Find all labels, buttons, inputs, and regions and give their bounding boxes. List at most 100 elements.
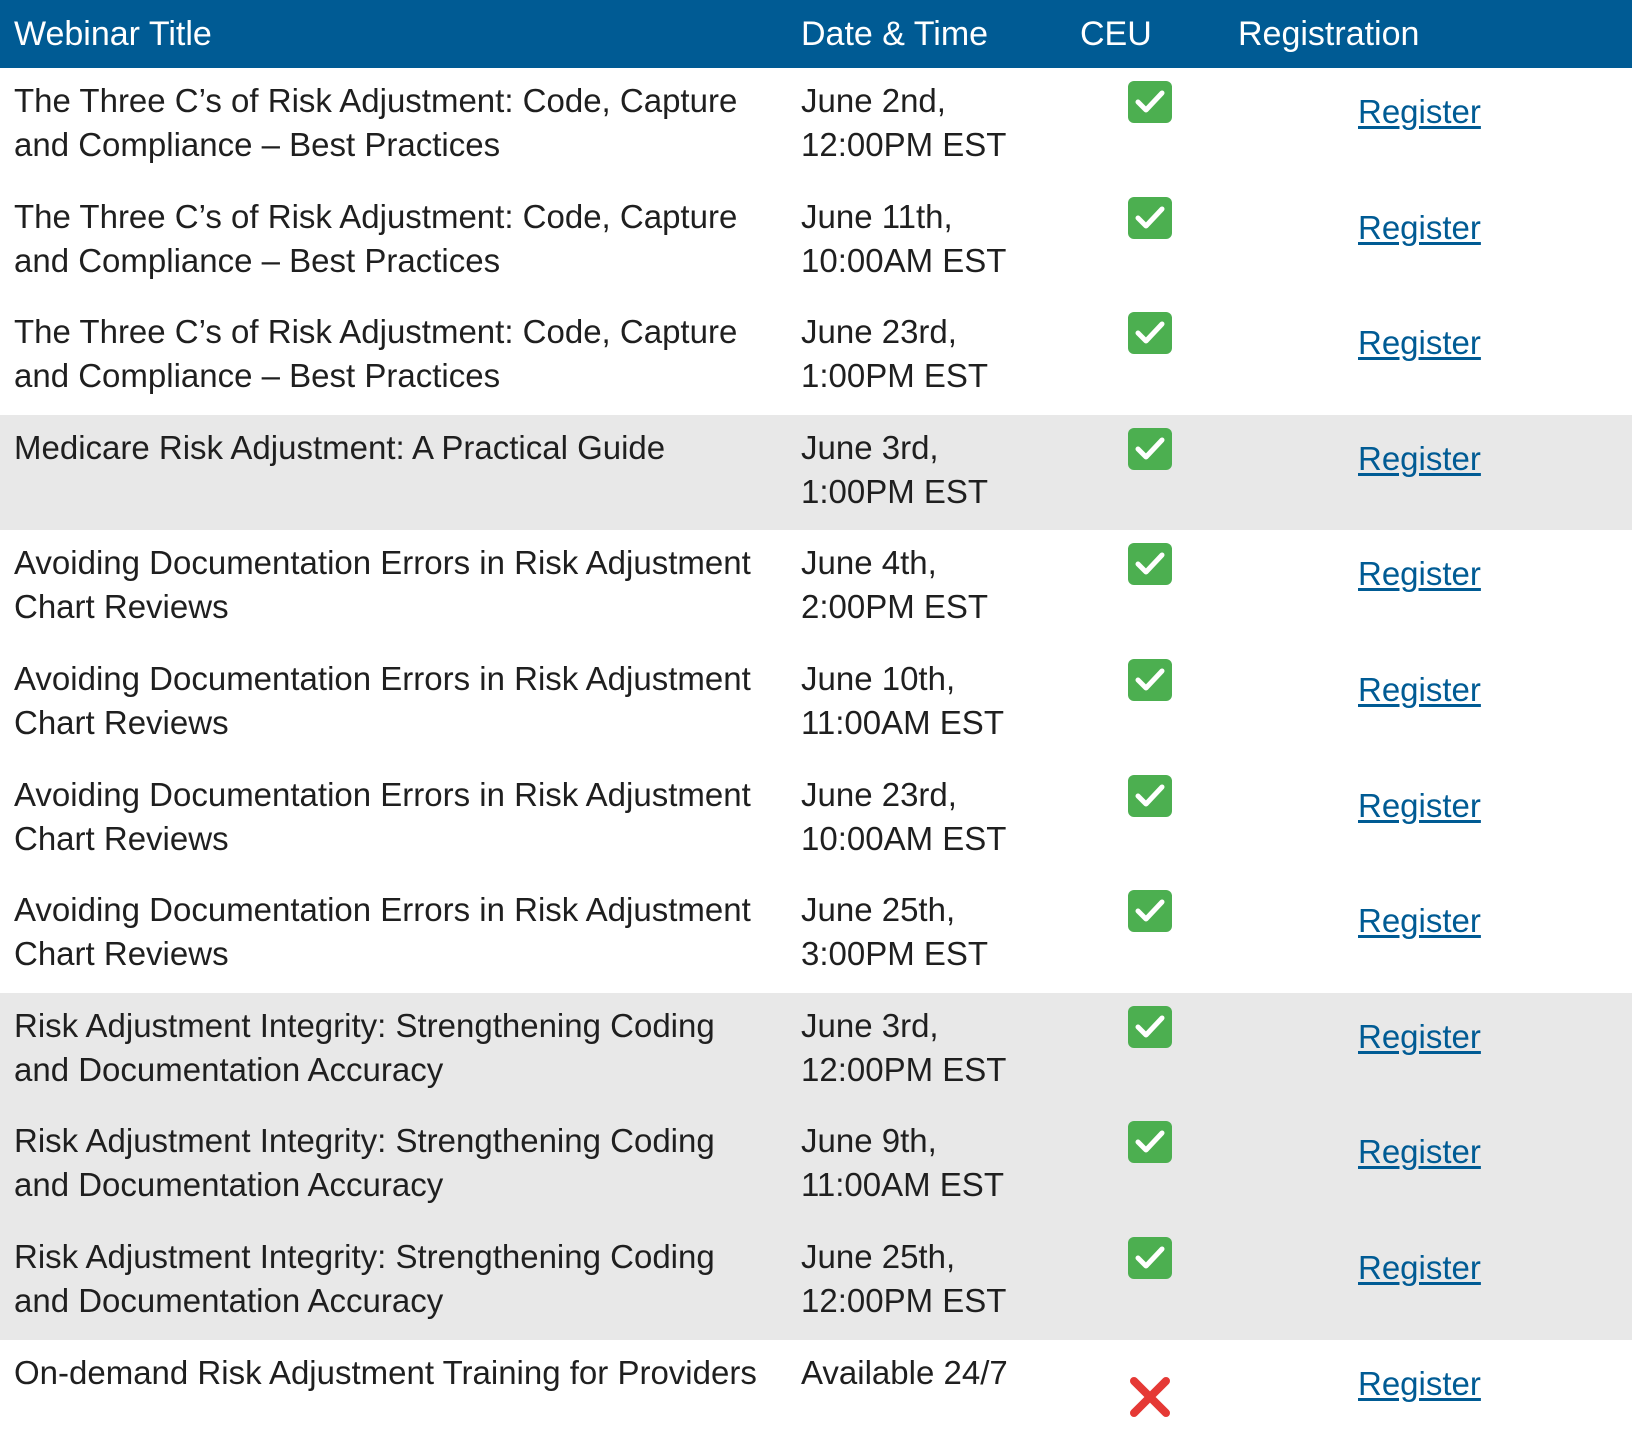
date-line: Available 24/7	[801, 1353, 1008, 1391]
ceu-cell	[1080, 1351, 1230, 1455]
register-link[interactable]: Register	[1358, 437, 1481, 481]
date-line: June 25th,	[801, 1237, 956, 1275]
time-line: 10:00AM EST	[801, 241, 1007, 279]
time-line: 3:00PM EST	[801, 935, 989, 973]
date-line: June 25th,	[801, 891, 956, 929]
check-icon	[1128, 81, 1172, 123]
register-link[interactable]: Register	[1358, 1130, 1481, 1174]
header-webinar-title: Webinar Title	[14, 14, 212, 53]
webinar-title: On-demand Risk Adjustment Training for P…	[14, 1353, 757, 1391]
register-link[interactable]: Register	[1358, 1015, 1481, 1059]
webinar-title: Risk Adjustment Integrity: Strengthening…	[14, 1006, 715, 1088]
time-line: 11:00AM EST	[801, 703, 1004, 741]
ceu-cell	[1080, 541, 1230, 646]
ceu-cell	[1080, 426, 1230, 531]
webinar-title: Avoiding Documentation Errors in Risk Ad…	[14, 544, 751, 626]
table-row: The Three C’s of Risk Adjustment: Code, …	[0, 68, 1632, 184]
check-icon	[1128, 543, 1172, 586]
table-row: The Three C’s of Risk Adjustment: Code, …	[0, 184, 1632, 300]
check-icon	[1128, 890, 1172, 933]
webinar-title: Avoiding Documentation Errors in Risk Ad…	[14, 775, 751, 857]
register-link[interactable]: Register	[1358, 552, 1481, 596]
header-ceu: CEU	[1080, 14, 1152, 53]
webinar-title: The Three C’s of Risk Adjustment: Code, …	[14, 313, 738, 395]
registration-cell: Register	[1230, 1351, 1632, 1455]
registration-cell: Register	[1230, 426, 1632, 531]
time-line: 1:00PM EST	[801, 472, 989, 510]
registration-cell: Register	[1230, 195, 1632, 300]
date-line: June 9th,	[801, 1122, 937, 1160]
ceu-cell	[1080, 310, 1230, 415]
date-line: June 23rd,	[801, 313, 957, 351]
ceu-cell	[1080, 1119, 1230, 1224]
date-line: June 4th,	[801, 544, 937, 582]
table-row: Avoiding Documentation Errors in Risk Ad…	[0, 530, 1632, 646]
check-icon	[1128, 1005, 1172, 1048]
date-line: June 10th,	[801, 659, 956, 697]
registration-cell: Register	[1230, 310, 1632, 415]
webinar-title: Avoiding Documentation Errors in Risk Ad…	[14, 891, 751, 973]
register-link[interactable]: Register	[1358, 206, 1481, 250]
check-icon	[1128, 196, 1172, 239]
webinar-title: Medicare Risk Adjustment: A Practical Gu…	[14, 428, 666, 466]
register-link[interactable]: Register	[1358, 899, 1481, 943]
webinar-title: Risk Adjustment Integrity: Strengthening…	[14, 1237, 715, 1319]
date-time: June 25th, 3:00PM EST	[800, 888, 1080, 993]
date-time: June 11th, 10:00AM EST	[800, 195, 1080, 300]
date-time: June 10th, 11:00AM EST	[800, 657, 1080, 762]
table-header: Webinar Title Date & Time CEU Registrati…	[0, 0, 1632, 68]
date-time: June 4th, 2:00PM EST	[800, 541, 1080, 646]
register-link[interactable]: Register	[1358, 668, 1481, 712]
date-line: June 11th,	[801, 197, 953, 235]
table-row: Avoiding Documentation Errors in Risk Ad…	[0, 877, 1632, 993]
check-icon	[1128, 774, 1172, 817]
registration-cell: Register	[1230, 1004, 1632, 1109]
table-row: Risk Adjustment Integrity: Strengthening…	[0, 1223, 1632, 1340]
header-date-time: Date & Time	[801, 14, 989, 53]
time-line: 12:00PM EST	[801, 1281, 1007, 1319]
table-row: Risk Adjustment Integrity: Strengthening…	[0, 1108, 1632, 1224]
register-link[interactable]: Register	[1358, 90, 1481, 134]
table-row: The Three C’s of Risk Adjustment: Code, …	[0, 299, 1632, 415]
registration-cell: Register	[1230, 541, 1632, 646]
table-row: On-demand Risk Adjustment Training for P…	[0, 1340, 1632, 1455]
ceu-cell	[1080, 773, 1230, 878]
check-icon	[1128, 1121, 1172, 1164]
ceu-cell	[1080, 657, 1230, 762]
date-time: June 23rd, 1:00PM EST	[800, 310, 1080, 415]
register-link[interactable]: Register	[1358, 1246, 1481, 1290]
date-time: June 3rd, 1:00PM EST	[800, 426, 1080, 531]
ceu-cell	[1080, 888, 1230, 993]
table-body: The Three C’s of Risk Adjustment: Code, …	[0, 68, 1632, 1455]
time-line: 12:00PM EST	[801, 1050, 1007, 1088]
date-line: June 2nd,	[801, 82, 946, 119]
table-row: Medicare Risk Adjustment: A Practical Gu…	[0, 414, 1632, 531]
date-line: June 3rd,	[801, 428, 939, 466]
date-time: June 23rd, 10:00AM EST	[800, 773, 1080, 878]
registration-cell: Register	[1230, 657, 1632, 762]
time-line: 10:00AM EST	[801, 819, 1007, 857]
time-line: 2:00PM EST	[801, 588, 989, 626]
date-time: June 25th, 12:00PM EST	[800, 1235, 1080, 1340]
registration-cell: Register	[1230, 888, 1632, 993]
webinar-title: The Three C’s of Risk Adjustment: Code, …	[14, 82, 738, 163]
time-line: 1:00PM EST	[801, 357, 989, 395]
table-row: Avoiding Documentation Errors in Risk Ad…	[0, 762, 1632, 878]
check-icon	[1128, 312, 1172, 355]
date-time: June 3rd, 12:00PM EST	[800, 1004, 1080, 1109]
register-link[interactable]: Register	[1358, 784, 1481, 828]
register-link[interactable]: Register	[1358, 1362, 1481, 1406]
webinar-title: The Three C’s of Risk Adjustment: Code, …	[14, 197, 738, 279]
table-row: Avoiding Documentation Errors in Risk Ad…	[0, 646, 1632, 762]
register-link[interactable]: Register	[1358, 321, 1481, 365]
date-time: June 2nd, 12:00PM EST	[800, 79, 1080, 184]
date-line: June 3rd,	[801, 1006, 939, 1044]
cross-icon	[1128, 1375, 1172, 1419]
registration-cell: Register	[1230, 773, 1632, 878]
check-icon	[1128, 658, 1172, 701]
webinar-title: Avoiding Documentation Errors in Risk Ad…	[14, 659, 751, 741]
time-line: 12:00PM EST	[801, 126, 1007, 163]
registration-cell: Register	[1230, 79, 1632, 184]
check-icon	[1128, 427, 1172, 470]
registration-cell: Register	[1230, 1119, 1632, 1224]
